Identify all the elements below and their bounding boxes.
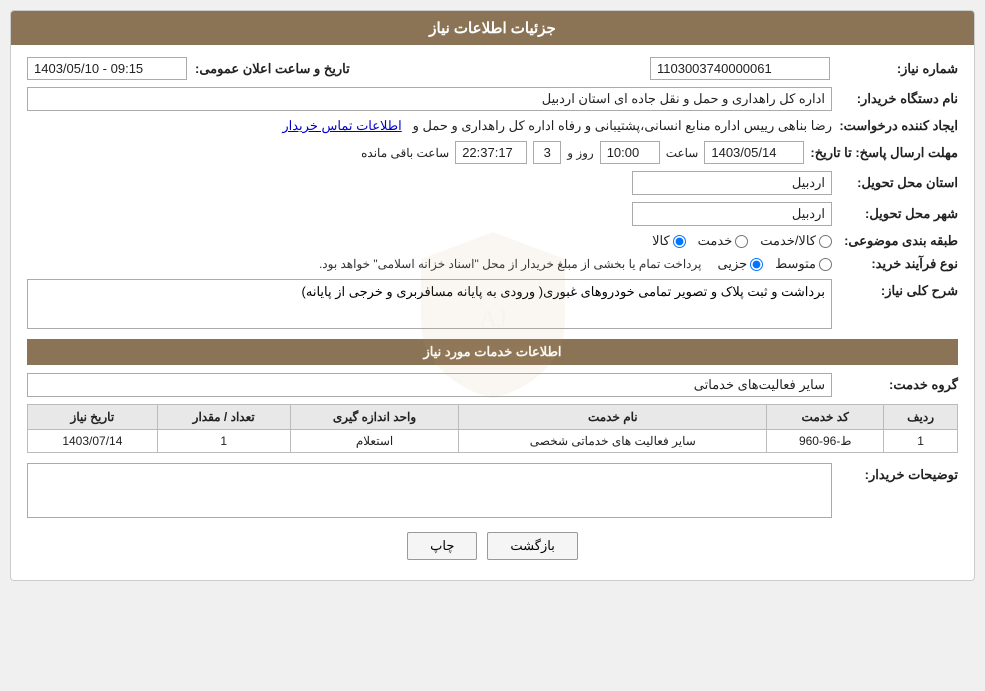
purchase-type-jozi[interactable]: جزیی — [717, 256, 763, 272]
category-option-khedmat[interactable]: خدمت — [698, 233, 749, 249]
category-radio-kala[interactable] — [673, 235, 686, 248]
request-number-label: شماره نیاز: — [838, 61, 958, 77]
announcement-value: 1403/05/10 - 09:15 — [27, 57, 187, 80]
contact-info-link[interactable]: اطلاعات تماس خریدار — [282, 118, 401, 133]
service-group-label: گروه خدمت: — [838, 377, 958, 393]
services-section-title: اطلاعات خدمات مورد نیاز — [27, 339, 958, 365]
cell-service-name: سایر فعالیت های خدماتی شخصی — [459, 430, 767, 453]
city-value: اردبیل — [632, 202, 832, 226]
province-label: استان محل تحویل: — [838, 175, 958, 191]
col-header-date: تاریخ نیاز — [28, 405, 158, 430]
category-radio-khedmat[interactable] — [735, 235, 748, 248]
cell-row-num: 1 — [884, 430, 958, 453]
created-by-label: ایجاد کننده درخواست: — [838, 118, 958, 134]
col-header-code: کد خدمت — [767, 405, 884, 430]
deadline-remaining-label: ساعت باقی مانده — [361, 146, 449, 160]
cell-date: 1403/07/14 — [28, 430, 158, 453]
cell-service-code: ط-96-960 — [767, 430, 884, 453]
request-number-value: 1103003740000061 — [650, 57, 830, 80]
purchase-radio-motavasset[interactable] — [819, 258, 832, 271]
created-by-value: رضا بناهی رییس اداره منابع انسانی،پشتیبا… — [27, 118, 832, 134]
purchase-radio-jozi[interactable] — [750, 258, 763, 271]
purchase-type-note: پرداخت تمام یا بخشی از مبلغ خریدار از مح… — [319, 257, 702, 271]
col-header-unit: واحد اندازه گیری — [290, 405, 459, 430]
back-button[interactable]: بازگشت — [487, 532, 577, 560]
deadline-time-label: ساعت — [666, 146, 699, 160]
province-value: اردبیل — [632, 171, 832, 195]
cell-unit: استعلام — [290, 430, 459, 453]
description-label: شرح کلی نیاز: — [838, 279, 958, 299]
org-name-label: نام دستگاه خریدار: — [838, 91, 958, 107]
purchase-type-radio-group: متوسط جزیی — [717, 256, 832, 272]
col-header-name: نام خدمت — [459, 405, 767, 430]
deadline-days-label: روز و — [567, 146, 594, 160]
description-textarea[interactable] — [27, 279, 832, 329]
print-button[interactable]: چاپ — [407, 532, 477, 560]
col-header-row: ردیف — [884, 405, 958, 430]
category-option-kala[interactable]: کالا — [652, 233, 686, 249]
purchase-type-motavasset[interactable]: متوسط — [775, 256, 832, 272]
service-table: ردیف کد خدمت نام خدمت واحد اندازه گیری ت… — [27, 404, 958, 453]
table-row: 1 ط-96-960 سایر فعالیت های خدماتی شخصی ا… — [28, 430, 958, 453]
cell-quantity: 1 — [157, 430, 290, 453]
buyer-notes-textarea[interactable] — [27, 463, 832, 518]
category-label: طبقه بندی موضوعی: — [838, 233, 958, 249]
deadline-remaining: 22:37:17 — [455, 141, 527, 164]
deadline-time: 10:00 — [600, 141, 660, 164]
deadline-days: 3 — [533, 141, 561, 164]
category-option-kala-khedmat[interactable]: کالا/خدمت — [760, 233, 832, 249]
category-radio-kala-khedmat[interactable] — [819, 235, 832, 248]
deadline-date: 1403/05/14 — [704, 141, 804, 164]
deadline-label: مهلت ارسال پاسخ: تا تاریخ: — [810, 145, 958, 161]
buyer-notes-label: توضیحات خریدار: — [838, 463, 958, 483]
purchase-type-label: نوع فرآیند خرید: — [838, 256, 958, 272]
category-radio-group: کالا/خدمت خدمت کالا — [652, 233, 832, 249]
page-title: جزئیات اطلاعات نیاز — [11, 11, 974, 45]
org-name-value: اداره کل راهداری و حمل و نقل جاده ای است… — [27, 87, 832, 111]
service-group-value: سایر فعالیت‌های خدماتی — [27, 373, 832, 397]
col-header-qty: تعداد / مقدار — [157, 405, 290, 430]
action-buttons: بازگشت چاپ — [27, 532, 958, 568]
announcement-label: تاریخ و ساعت اعلان عمومی: — [195, 61, 350, 77]
city-label: شهر محل تحویل: — [838, 206, 958, 222]
